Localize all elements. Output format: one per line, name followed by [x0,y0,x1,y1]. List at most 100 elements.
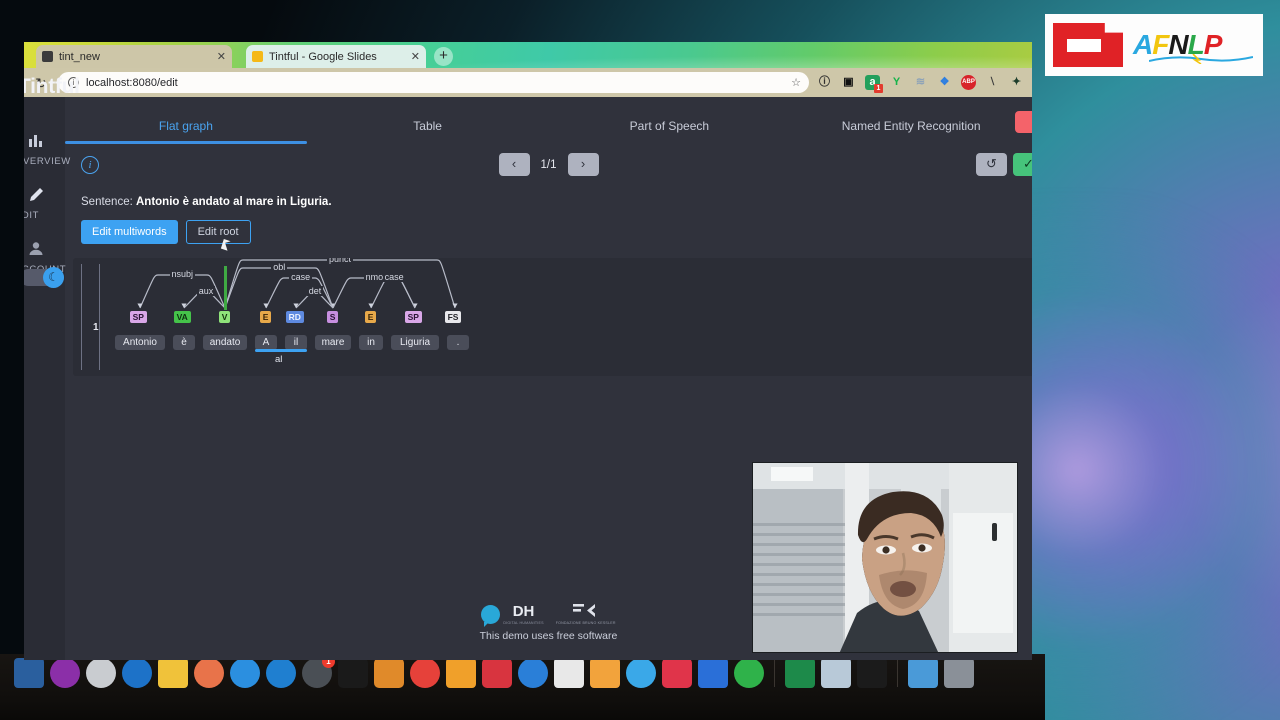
info-circle-icon[interactable]: ⓘ [817,75,832,90]
icon-badge: 1 [874,84,883,93]
afnlp-wave-icon [1149,54,1253,64]
dock-icon[interactable] [266,658,296,688]
dh-logo: DH DIGITAL HUMANITIES [481,603,544,627]
reset-button[interactable]: ↺ [976,153,1007,176]
dh-logo-subtext: DIGITAL HUMANITIES [503,621,544,625]
dock-icon[interactable] [122,658,152,688]
dock-icon[interactable] [446,658,476,688]
sidebar-item-label: OVERVIEW [24,156,71,167]
tab-label: Named Entity Recognition [841,119,981,133]
dock-icon[interactable] [590,658,620,688]
dock-icon[interactable] [14,658,44,688]
multiword-bar[interactable] [255,349,307,352]
arc-label[interactable]: nsubj [169,269,196,279]
dependency-graph: 1 Antonio SP è VA andato V A Eil RD mare Sin E Ligur… [81,258,1032,376]
arc-label[interactable]: aux [196,286,216,296]
edit-root-button[interactable]: Edit root [185,220,251,244]
dock-separator [897,659,898,687]
moon-icon: ☾ [43,267,64,288]
page-indicator: 1/1 [540,158,557,171]
tab-label: Flat graph [158,119,213,133]
edit-multiwords-button[interactable]: Edit multiwords [81,220,178,244]
extensions-puzzle-icon[interactable]: ✦ [1009,75,1024,90]
dock-icon[interactable] [482,658,512,688]
tab-favicon [42,51,53,62]
dock-icon[interactable] [338,658,368,688]
fbk-mark-icon [572,604,595,617]
arc-label[interactable]: det [306,286,324,296]
fbk-logo: FONDAZIONE BRUNO KESSLER [556,603,616,625]
dock-icon[interactable] [944,658,974,688]
browser-tab-strip: tint_new ✕ Tintful - Google Slides ✕ + [24,42,1032,68]
bar-chart-icon [28,133,65,151]
dock-icon[interactable] [857,658,887,688]
webcam-video [753,463,1017,652]
dock[interactable]: 1 [0,654,1045,720]
dock-icon[interactable] [374,658,404,688]
tab-named-entity-recognition[interactable]: Named Entity Recognition [790,109,1032,144]
dropbox-icon[interactable]: ❖ [937,75,952,90]
tab-flat-graph[interactable]: Flat graph [65,109,307,144]
adblock-icon[interactable]: a1 [865,75,883,93]
close-tab-icon[interactable]: ✕ [411,50,420,63]
bookmark-star-icon[interactable]: ☆ [791,76,801,89]
arc-label[interactable]: punct [327,258,354,264]
next-sentence-button[interactable]: › [567,153,599,176]
arc-label[interactable]: case [382,272,406,282]
sidebar-item-edit[interactable]: EDIT [24,177,65,231]
sidebar-item-overview[interactable]: OVERVIEW [24,123,70,177]
dock-icon[interactable] [785,658,815,688]
dock-icon[interactable] [662,658,692,688]
dh-bubble-icon [481,604,501,627]
abp-icon[interactable]: ABP [961,75,976,90]
browser-tab-1[interactable]: tint_new ✕ [36,45,232,68]
dock-icon[interactable] [194,658,224,688]
dock-icon[interactable] [734,658,764,688]
new-tab-button[interactable]: + [434,47,453,66]
dock-icon[interactable] [50,658,80,688]
dock-icon[interactable] [698,658,728,688]
dock-icon[interactable] [158,658,188,688]
dh-logo-text: DH [512,603,535,620]
dock-icon[interactable] [410,658,440,688]
reader-mode-icon[interactable]: ▣ [841,75,856,90]
right-controls: ↺ ✓ [976,153,1032,176]
zotero-icon[interactable]: ≋ [913,75,928,90]
tab-title: Tintful - Google Slides [269,50,377,63]
dock-icon[interactable]: 1 [302,655,335,688]
tab-part-of-speech[interactable]: Part of Speech [549,109,791,144]
dock-icon[interactable] [626,658,656,688]
dock-icon[interactable] [518,658,548,688]
sentence-prefix: Sentence: [81,196,133,208]
save-button[interactable]: ✓ [1013,153,1032,176]
root-line [224,266,227,310]
arc-label[interactable]: obl [271,262,288,272]
mute-tab-icon[interactable]: ⧵ [985,75,1000,90]
sentence-pager: ‹ 1/1 › [65,153,1032,176]
multiword-label: al [275,354,283,365]
app-sidebar: Tintful OVERVIEW EDIT ACCOUNT [24,75,80,660]
browser-tab-2[interactable]: Tintful - Google Slides ✕ [246,45,426,68]
tab-favicon [252,51,263,62]
tab-table[interactable]: Table [307,109,549,144]
grammarly-icon[interactable]: Y [889,75,904,90]
dock-icon[interactable] [230,658,260,688]
browser-toolbar: ↻ i localhost:8080/edit ☆ ⓘ ▣ a 1 Y ≋ ❖ ABP ⧵ ✦ [24,68,1032,97]
dock-separator [774,659,775,687]
prev-sentence-button[interactable]: ‹ [498,153,530,176]
person-icon [28,241,65,259]
close-session-button[interactable] [1015,111,1032,133]
app-brand: Tintful [24,75,80,98]
dark-mode-toggle[interactable]: ☾ [24,267,64,288]
dependency-graph-panel[interactable]: 1 Antonio SP è VA andato V A Eil RD mare Sin E Ligur… [73,258,1032,376]
browser-extension-icons[interactable]: ⓘ ▣ a 1 Y ≋ ❖ ABP ⧵ ✦ [817,75,1024,93]
dock-icon[interactable] [86,658,116,688]
edit-buttons-row: Edit multiwords Edit root [81,220,1032,246]
dock-icon[interactable] [908,658,938,688]
sentence-text: Antonio è andato al mare in Liguria. [136,196,332,208]
close-tab-icon[interactable]: ✕ [217,50,226,63]
dock-icon[interactable] [821,658,851,688]
address-bar[interactable]: i localhost:8080/edit ☆ [58,72,809,93]
dock-icon[interactable] [554,658,584,688]
arc-label[interactable]: case [289,272,313,282]
